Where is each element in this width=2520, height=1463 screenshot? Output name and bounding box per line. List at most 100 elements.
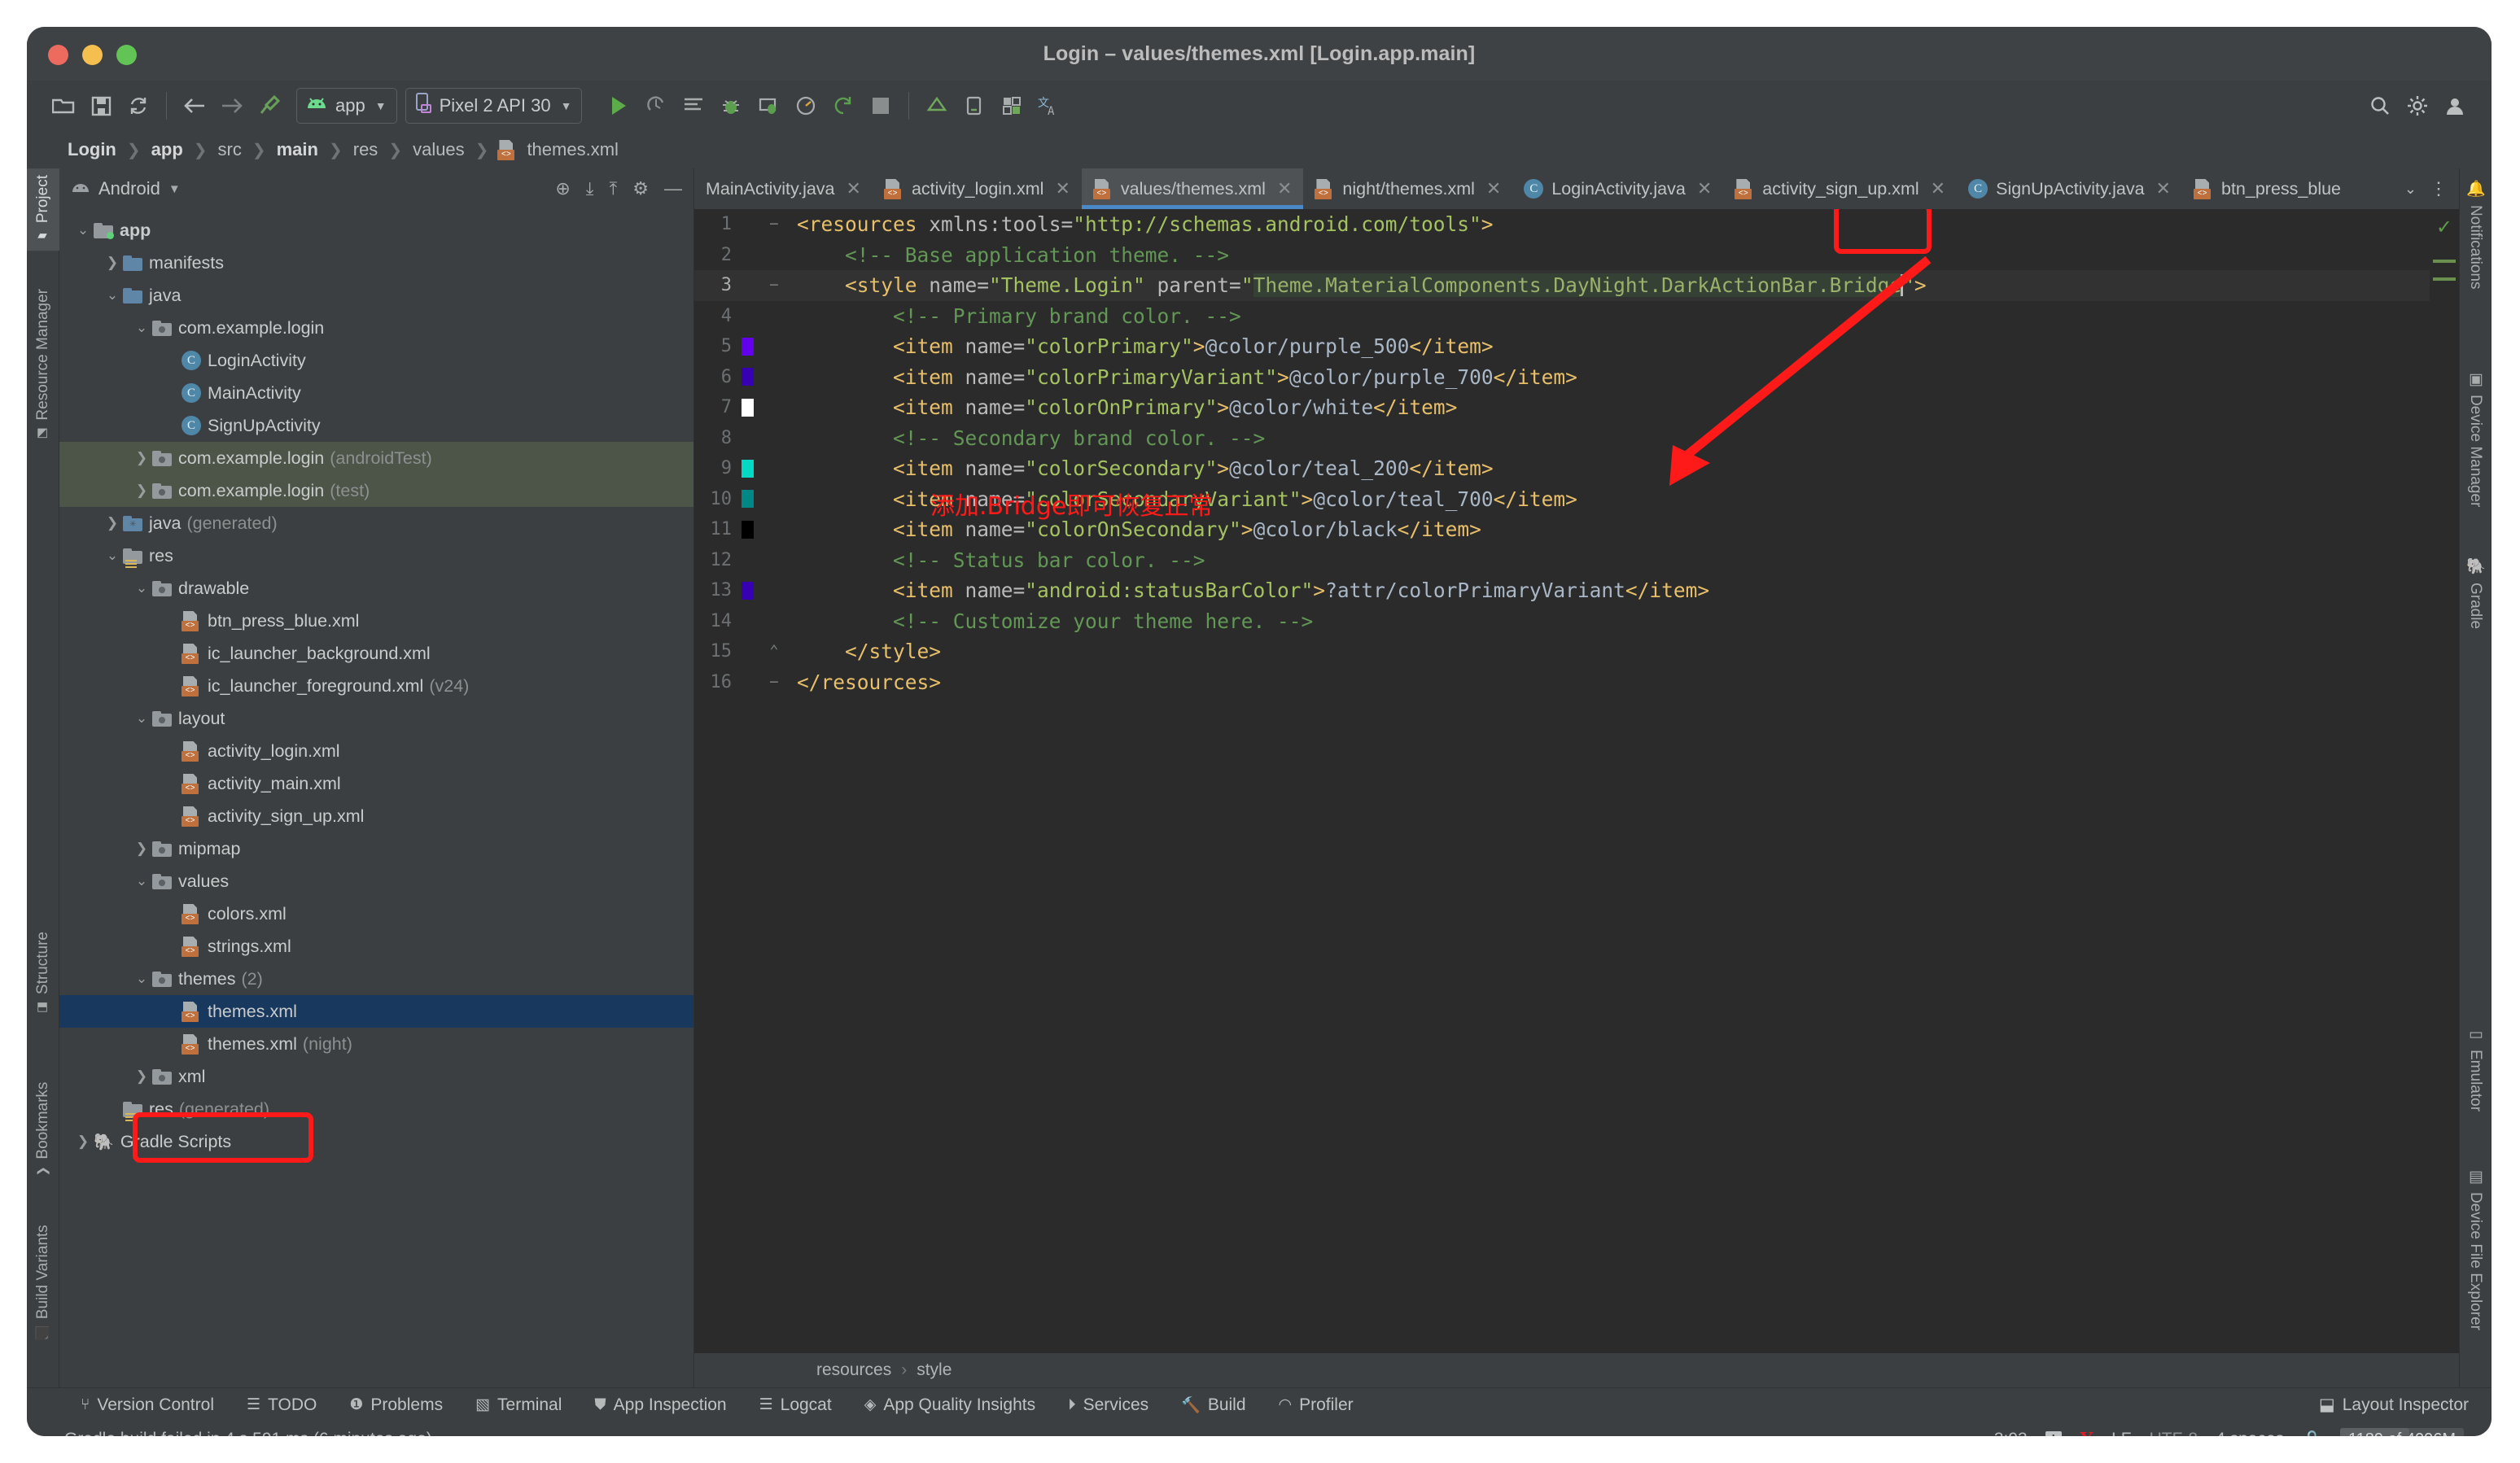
search-icon[interactable] <box>2361 87 2399 124</box>
tree-row[interactable]: <> ic_launcher_foreground.xml (v24) <box>59 670 693 702</box>
inspection-widget-icon[interactable]: ! <box>2045 1431 2062 1436</box>
back-icon[interactable] <box>176 87 213 124</box>
color-swatch[interactable] <box>741 581 754 600</box>
tool-button-problems[interactable]: ❶ Problems <box>333 1395 459 1415</box>
color-swatch-slot[interactable] <box>737 337 758 356</box>
indent-setting[interactable]: 4 spaces <box>2216 1430 2284 1436</box>
code-lines[interactable]: 1 − <resources xmlns:tools="http://schem… <box>694 209 2459 1353</box>
tree-row[interactable]: ⌄ java <box>59 279 693 312</box>
chevron-right-icon[interactable]: ❯ <box>131 841 152 857</box>
logcat-icon[interactable] <box>675 87 712 124</box>
close-icon[interactable]: ✕ <box>1931 178 1945 199</box>
close-icon[interactable]: ✕ <box>1486 178 1501 199</box>
tree-row[interactable]: ❯ ✳ java (generated) <box>59 507 693 539</box>
expand-all-icon[interactable]: ⤓ <box>586 178 594 199</box>
tree-row[interactable]: ❯ com.example.login (androidTest) <box>59 442 693 474</box>
tree-row[interactable]: ❯ 🐘 Gradle Scripts <box>59 1125 693 1158</box>
tool-button-app-inspection[interactable]: ⛊ App Inspection <box>578 1395 742 1415</box>
chevron-down-icon[interactable]: ⌄ <box>131 971 152 987</box>
fold-marker[interactable]: − <box>758 270 790 301</box>
close-icon[interactable]: ✕ <box>1277 178 1292 199</box>
code-editor[interactable]: 1 − <resources xmlns:tools="http://schem… <box>694 209 2459 1353</box>
color-swatch-slot[interactable] <box>737 490 758 509</box>
chevron-right-icon[interactable]: ❯ <box>131 450 152 466</box>
marker-stripe[interactable] <box>2433 277 2456 281</box>
tab-signupactivity-java[interactable]: C SignUpActivity.java ✕ <box>1957 168 2182 209</box>
tree-row[interactable]: C LoginActivity <box>59 344 693 377</box>
tree-row[interactable]: ⌄ res <box>59 539 693 572</box>
sidebar-item-resource-manager[interactable]: ◪ Resource Manager <box>27 282 59 448</box>
editor-marker-column[interactable]: ✓ <box>2430 209 2459 1353</box>
tab-activity-login-xml[interactable]: <> activity_login.xml ✕ <box>873 168 1082 209</box>
chevron-down-icon[interactable]: ⌄ <box>131 320 152 336</box>
chevron-right-icon[interactable]: ❯ <box>102 255 123 271</box>
avatar[interactable] <box>2436 87 2474 124</box>
editor-breadcrumb-item-1[interactable]: style <box>917 1360 952 1380</box>
collapse-target-icon[interactable]: ⊕ <box>555 178 570 199</box>
tab-night-themes-xml[interactable]: <> night/themes.xml ✕ <box>1303 168 1512 209</box>
chevron-right-icon[interactable]: ❯ <box>102 515 123 531</box>
close-icon[interactable]: ✕ <box>2156 178 2171 199</box>
color-swatch-slot[interactable] <box>737 581 758 600</box>
breadcrumb-item-2[interactable]: src <box>215 139 245 160</box>
breadcrumb-item-3[interactable]: main <box>273 139 322 160</box>
close-icon[interactable]: ✕ <box>847 178 861 199</box>
breadcrumb-item-5[interactable]: values <box>409 139 468 160</box>
chevron-down-icon[interactable]: ⌄ <box>102 287 123 304</box>
tree-row[interactable]: <> themes.xml (night) <box>59 1028 693 1060</box>
tool-button-logcat[interactable]: ☰ Logcat <box>743 1395 848 1415</box>
line-separator[interactable]: LF <box>2111 1430 2132 1436</box>
tree-row[interactable]: ❯ xml <box>59 1060 693 1093</box>
tool-button-app-quality-insights[interactable]: ◈ App Quality Insights <box>848 1395 1052 1415</box>
sidebar-item-gradle[interactable]: 🐘 Gradle <box>2459 551 2492 635</box>
project-tree[interactable]: ⌄ app ❯ manifests ⌄ java ⌄ com.example.login C Lo… <box>59 209 693 1158</box>
color-swatch[interactable] <box>741 459 754 478</box>
maximize-button[interactable] <box>116 45 137 65</box>
color-swatch[interactable] <box>741 520 754 539</box>
window-controls[interactable] <box>48 45 137 65</box>
tree-row[interactable]: ⌄ values <box>59 865 693 897</box>
open-folder-icon[interactable] <box>45 87 82 124</box>
color-swatch-slot[interactable] <box>737 398 758 417</box>
sidebar-item-bookmarks[interactable]: ❯ Bookmarks <box>27 1076 59 1183</box>
close-icon[interactable]: ✕ <box>1697 178 1712 199</box>
more-vertical-icon[interactable]: ⋮ <box>2430 178 2448 199</box>
editor-breadcrumb-item-0[interactable]: resources <box>816 1360 891 1380</box>
caret-position[interactable]: 3:93 <box>1994 1430 2028 1436</box>
tree-row[interactable]: <> themes.xml <box>59 995 693 1028</box>
save-icon[interactable] <box>82 87 120 124</box>
stop-icon[interactable] <box>862 87 899 124</box>
apply-changes-icon[interactable] <box>637 87 675 124</box>
chevron-right-icon[interactable]: ❯ <box>131 1068 152 1085</box>
breadcrumb-item-4[interactable]: res <box>350 139 382 160</box>
color-swatch[interactable] <box>741 398 754 417</box>
chevron-down-icon[interactable]: ⌄ <box>131 873 152 889</box>
tree-row[interactable]: ⌄ layout <box>59 702 693 735</box>
color-swatch-slot[interactable] <box>737 368 758 386</box>
tree-row[interactable]: ❯ manifests <box>59 247 693 279</box>
tree-row[interactable]: <> strings.xml <box>59 930 693 963</box>
forward-icon[interactable] <box>213 87 251 124</box>
chevron-down-icon[interactable]: ⌄ <box>131 580 152 596</box>
chevron-down-icon[interactable]: ⌄ <box>131 710 152 727</box>
tab-btn-press-blue[interactable]: <> btn_press_blue <box>2182 168 2352 209</box>
color-swatch[interactable] <box>741 337 754 356</box>
tree-row[interactable]: ⌄ com.example.login <box>59 312 693 344</box>
tab-values-themes-xml[interactable]: <> values/themes.xml ✕ <box>1081 168 1304 209</box>
color-swatch-slot[interactable] <box>737 520 758 539</box>
tree-row[interactable]: ⌄ app <box>59 214 693 247</box>
chevron-right-icon[interactable]: ❯ <box>131 483 152 499</box>
unlock-icon[interactable]: 🔓 <box>2302 1430 2322 1437</box>
tool-button-profiler[interactable]: ◠ Profiler <box>1262 1395 1370 1415</box>
device-selector[interactable]: Pixel 2 API 30 ▼ <box>405 88 583 124</box>
file-encoding[interactable]: UTF-8 <box>2150 1430 2198 1436</box>
tree-row[interactable]: <> btn_press_blue.xml <box>59 605 693 637</box>
tree-row[interactable]: <> activity_sign_up.xml <box>59 800 693 832</box>
attach-debugger-icon[interactable] <box>750 87 787 124</box>
tree-row[interactable]: ⌄ themes (2) <box>59 963 693 995</box>
chevron-right-icon[interactable]: ❯ <box>72 1133 94 1150</box>
sidebar-item-emulator[interactable]: ▭ Emulator <box>2459 1019 2492 1118</box>
project-view-selector-label[interactable]: Android <box>98 178 160 199</box>
color-swatch[interactable] <box>741 490 754 509</box>
translate-icon[interactable]: 文A <box>1030 87 1068 124</box>
